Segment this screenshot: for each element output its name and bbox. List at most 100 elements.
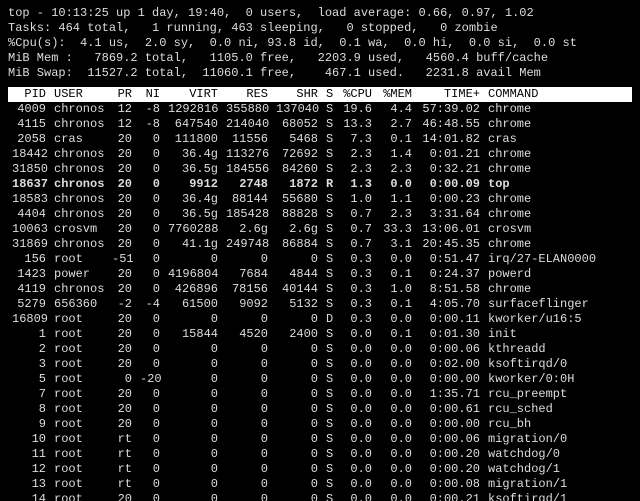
- process-row[interactable]: 2root200000S0.00.00:00.06kthreadd: [8, 342, 632, 357]
- cell-pid: 4115: [8, 117, 50, 132]
- col-s[interactable]: S: [322, 87, 336, 102]
- process-row[interactable]: 18637chronos200991227481872R1.30.00:00.0…: [8, 177, 632, 192]
- cell-ni: 0: [136, 357, 164, 372]
- cell-pr: 20: [108, 417, 136, 432]
- cell-cmd: chrome: [484, 147, 632, 162]
- cell-user: root: [50, 447, 108, 462]
- cell-cpu: 0.3: [336, 282, 376, 297]
- process-row[interactable]: 3root200000S0.00.00:02.00ksoftirqd/0: [8, 357, 632, 372]
- cell-cpu: 0.0: [336, 477, 376, 492]
- cell-pid: 5: [8, 372, 50, 387]
- col-pr[interactable]: PR: [108, 87, 136, 102]
- cell-res: 0: [222, 402, 272, 417]
- process-row[interactable]: 2058cras200111800115565468S7.30.114:01.8…: [8, 132, 632, 147]
- process-row[interactable]: 10rootrt0000S0.00.00:00.06migration/0: [8, 432, 632, 447]
- cell-pr: 20: [108, 342, 136, 357]
- process-row[interactable]: 31850chronos20036.5g18455684260S2.32.30:…: [8, 162, 632, 177]
- col-time[interactable]: TIME+: [416, 87, 484, 102]
- cell-virt: 36.4g: [164, 192, 222, 207]
- cell-s: S: [322, 417, 336, 432]
- cell-cmd: kworker/u16:5: [484, 312, 632, 327]
- cell-ni: 0: [136, 432, 164, 447]
- cell-pid: 5279: [8, 297, 50, 312]
- col-cmd[interactable]: COMMAND: [484, 87, 632, 102]
- cell-cpu: 0.0: [336, 492, 376, 501]
- cell-user: chronos: [50, 207, 108, 222]
- cell-shr: 137040: [272, 102, 322, 117]
- cell-cpu: 0.0: [336, 462, 376, 477]
- process-row[interactable]: 1root2001584445202400S0.00.10:01.30init: [8, 327, 632, 342]
- cell-mem: 1.0: [376, 282, 416, 297]
- cell-mem: 0.0: [376, 432, 416, 447]
- cell-mem: 33.3: [376, 222, 416, 237]
- cell-cpu: 0.0: [336, 432, 376, 447]
- process-row[interactable]: 5root0-20000S0.00.00:00.00kworker/0:0H: [8, 372, 632, 387]
- cell-cmd: watchdog/0: [484, 447, 632, 462]
- process-row[interactable]: 16809root200000D0.30.00:00.11kworker/u16…: [8, 312, 632, 327]
- cell-s: S: [322, 207, 336, 222]
- col-virt[interactable]: VIRT: [164, 87, 222, 102]
- cell-shr: 2400: [272, 327, 322, 342]
- cell-shr: 4844: [272, 267, 322, 282]
- cell-shr: 0: [272, 402, 322, 417]
- col-user[interactable]: USER: [50, 87, 108, 102]
- process-row[interactable]: 11rootrt0000S0.00.00:00.20watchdog/0: [8, 447, 632, 462]
- cell-pid: 10063: [8, 222, 50, 237]
- process-row[interactable]: 4115chronos12-864754021404068052S13.32.7…: [8, 117, 632, 132]
- process-row[interactable]: 18583chronos20036.4g8814455680S1.01.10:0…: [8, 192, 632, 207]
- cell-res: 0: [222, 312, 272, 327]
- cell-s: S: [322, 432, 336, 447]
- cell-pr: 20: [108, 132, 136, 147]
- cell-pid: 13: [8, 477, 50, 492]
- cell-shr: 0: [272, 372, 322, 387]
- process-row[interactable]: 4009chronos12-81292816355880137040S19.64…: [8, 102, 632, 117]
- process-row[interactable]: 8root200000S0.00.00:00.61rcu_sched: [8, 402, 632, 417]
- col-ni[interactable]: NI: [136, 87, 164, 102]
- cell-pr: 20: [108, 492, 136, 501]
- cell-mem: 0.0: [376, 462, 416, 477]
- cell-ni: 0: [136, 177, 164, 192]
- cell-time: 0:02.00: [416, 357, 484, 372]
- cell-mem: 0.0: [376, 342, 416, 357]
- cell-pid: 14: [8, 492, 50, 501]
- process-row[interactable]: 7root200000S0.00.01:35.71rcu_preempt: [8, 387, 632, 402]
- process-row[interactable]: 13rootrt0000S0.00.00:00.08migration/1: [8, 477, 632, 492]
- process-row[interactable]: 9root200000S0.00.00:00.00rcu_bh: [8, 417, 632, 432]
- col-mem[interactable]: %MEM: [376, 87, 416, 102]
- process-table: PID USER PR NI VIRT RES SHR S %CPU %MEM …: [8, 87, 632, 501]
- cell-res: 0: [222, 417, 272, 432]
- process-row[interactable]: 10063crosvm20077602882.6g2.6gS0.733.313:…: [8, 222, 632, 237]
- cell-res: 2748: [222, 177, 272, 192]
- cell-time: 0:00.61: [416, 402, 484, 417]
- process-row[interactable]: 4404chronos20036.5g18542888828S0.72.33:3…: [8, 207, 632, 222]
- process-row[interactable]: 12rootrt0000S0.00.00:00.20watchdog/1: [8, 462, 632, 477]
- cell-pid: 10: [8, 432, 50, 447]
- process-row[interactable]: 31869chronos20041.1g24974886884S0.73.120…: [8, 237, 632, 252]
- process-row[interactable]: 14root200000S0.00.00:00.21ksoftirqd/1: [8, 492, 632, 501]
- cell-cmd: powerd: [484, 267, 632, 282]
- process-row[interactable]: 1423power200419680476844844S0.30.10:24.3…: [8, 267, 632, 282]
- cell-cmd: chrome: [484, 282, 632, 297]
- cell-pid: 156: [8, 252, 50, 267]
- cell-cmd: kthreadd: [484, 342, 632, 357]
- cell-s: S: [322, 387, 336, 402]
- cell-ni: -8: [136, 117, 164, 132]
- col-res[interactable]: RES: [222, 87, 272, 102]
- col-shr[interactable]: SHR: [272, 87, 322, 102]
- cell-mem: 0.0: [376, 387, 416, 402]
- cell-s: S: [322, 327, 336, 342]
- cell-mem: 0.1: [376, 297, 416, 312]
- cell-s: S: [322, 342, 336, 357]
- cell-virt: 61500: [164, 297, 222, 312]
- cell-mem: 4.4: [376, 102, 416, 117]
- cell-s: S: [322, 132, 336, 147]
- process-row[interactable]: 18442chronos20036.4g11327672692S2.31.40:…: [8, 147, 632, 162]
- process-row[interactable]: 156root-510000S0.30.00:51.47irq/27-ELAN0…: [8, 252, 632, 267]
- process-row[interactable]: 5279656360-2-46150090925132S0.30.14:05.7…: [8, 297, 632, 312]
- cell-virt: 0: [164, 312, 222, 327]
- col-pid[interactable]: PID: [8, 87, 50, 102]
- cell-pid: 4119: [8, 282, 50, 297]
- col-cpu[interactable]: %CPU: [336, 87, 376, 102]
- process-row[interactable]: 4119chronos2004268967815640144S0.31.08:5…: [8, 282, 632, 297]
- cell-pr: 0: [108, 372, 136, 387]
